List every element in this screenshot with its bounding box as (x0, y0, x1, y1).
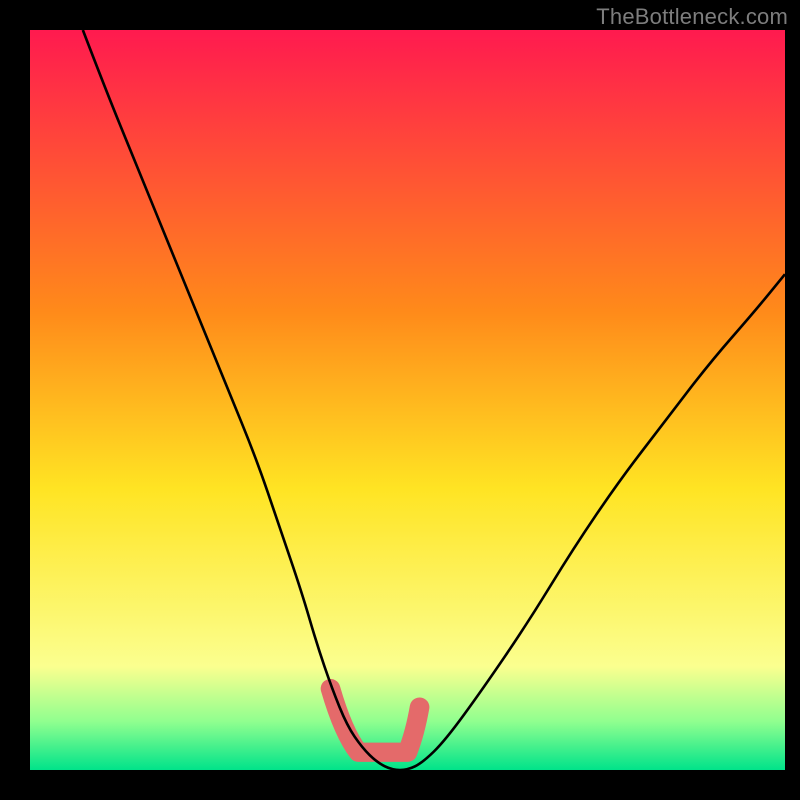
chart-background (30, 30, 785, 770)
bottleneck-chart (30, 30, 785, 770)
watermark-text: TheBottleneck.com (596, 4, 788, 30)
chart-frame: TheBottleneck.com (0, 0, 800, 800)
